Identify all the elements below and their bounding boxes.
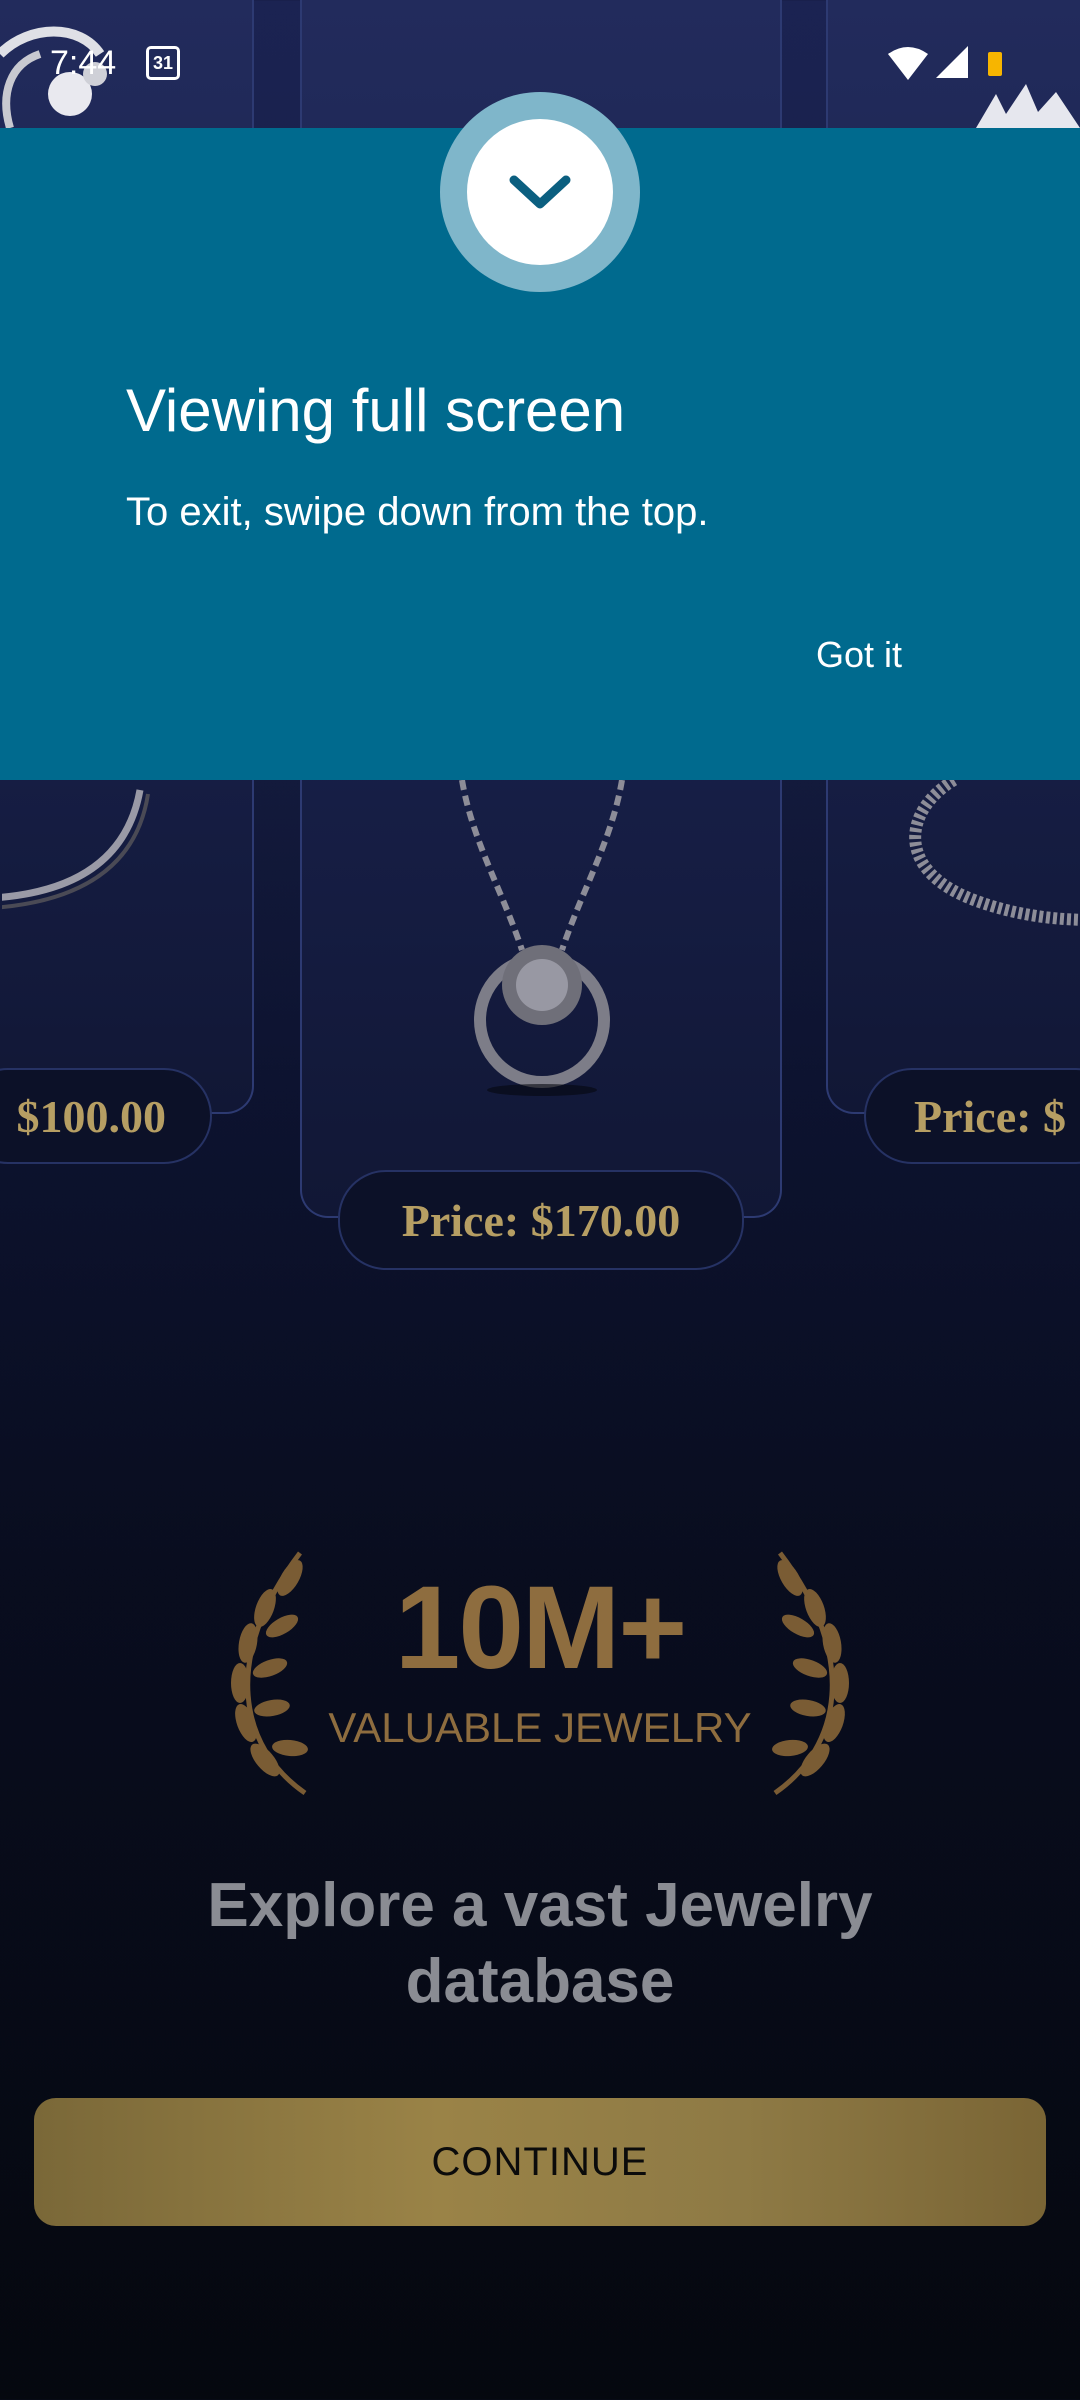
continue-button[interactable]: CONTINUE	[34, 2098, 1046, 2226]
product-price-left: $100.00	[0, 1068, 212, 1164]
wifi-icon	[888, 47, 928, 80]
necklace-image	[459, 780, 625, 1096]
stat-label: VALUABLE JEWELRY	[328, 1704, 752, 1751]
battery-icon	[988, 52, 1002, 76]
laurel-left-icon	[231, 1551, 308, 1796]
chain-bracelet-image	[909, 780, 1080, 926]
product-price-right: Price: $	[864, 1068, 1080, 1164]
calendar-icon: 31	[146, 46, 180, 80]
bracelet-image	[2, 789, 150, 910]
stat-value: 10M+	[394, 1562, 687, 1694]
banner-badge	[440, 92, 640, 292]
status-time: 7:44	[50, 44, 117, 82]
got-it-button[interactable]: Got it	[800, 624, 918, 686]
cellular-signal-icon	[936, 46, 968, 78]
chevron-down-icon	[509, 175, 571, 209]
banner-message: To exit, swipe down from the top.	[126, 490, 709, 534]
headline: Explore a vast Jewelry database	[207, 1871, 873, 2016]
earring-image	[976, 84, 1080, 128]
product-price-center: Price: $170.00	[338, 1170, 744, 1270]
laurel-right-icon	[772, 1551, 849, 1796]
banner-title: Viewing full screen	[126, 377, 626, 444]
fullscreen-banner: Viewing full screen To exit, swipe down …	[0, 92, 1080, 780]
